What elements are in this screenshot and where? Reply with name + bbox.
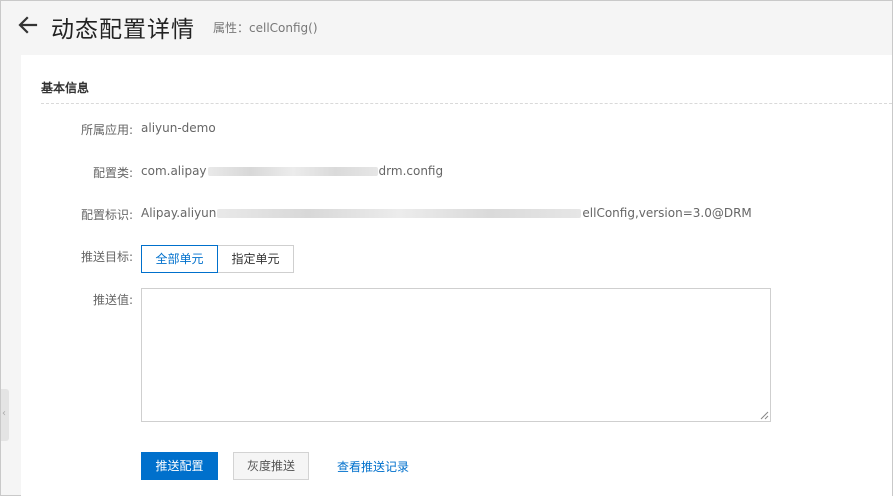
- target-specific-units-button[interactable]: 指定单元: [217, 245, 294, 273]
- app-value: aliyun-demo: [141, 121, 216, 135]
- config-class-value: com.alipay drm.config: [141, 164, 443, 178]
- page-title: 动态配置详情: [51, 17, 195, 43]
- page-subtitle: 属性：cellConfig(): [213, 21, 318, 35]
- config-id-label: 配置标识:: [80, 208, 133, 222]
- redacted-blur: [217, 209, 582, 218]
- app-label: 所属应用:: [80, 123, 133, 137]
- push-value-textarea[interactable]: [141, 288, 771, 422]
- resize-grip-icon[interactable]: [759, 410, 769, 420]
- push-value-label: 推送值:: [92, 293, 133, 307]
- detail-card: 基本信息 所属应用: aliyun-demo 配置类: com.alipay dr…: [21, 55, 892, 496]
- config-id-prefix: Alipay.aliyun: [141, 206, 217, 220]
- config-class-prefix: com.alipay: [141, 164, 207, 178]
- chevron-left-icon: ‹: [2, 408, 6, 419]
- config-class-suffix: drm.config: [378, 164, 444, 178]
- sidebar-collapse-handle[interactable]: ‹: [1, 389, 9, 441]
- config-id-value: Alipay.aliyun ellConfig,version=3.0@DRM: [141, 206, 752, 220]
- page-header: 动态配置详情 属性：cellConfig(): [1, 1, 892, 53]
- target-all-units-button[interactable]: 全部单元: [141, 245, 218, 273]
- section-divider: [41, 103, 892, 104]
- push-target-label: 推送目标:: [80, 250, 133, 264]
- push-config-button[interactable]: 推送配置: [141, 452, 218, 480]
- config-id-suffix: ellConfig,version=3.0@DRM: [582, 206, 752, 220]
- redacted-blur: [207, 167, 378, 176]
- arrow-left-icon[interactable]: [17, 13, 39, 37]
- config-class-label: 配置类:: [92, 166, 133, 180]
- view-push-history-link[interactable]: 查看推送记录: [337, 458, 409, 475]
- gray-push-button[interactable]: 灰度推送: [233, 452, 309, 480]
- section-title: 基本信息: [41, 81, 90, 95]
